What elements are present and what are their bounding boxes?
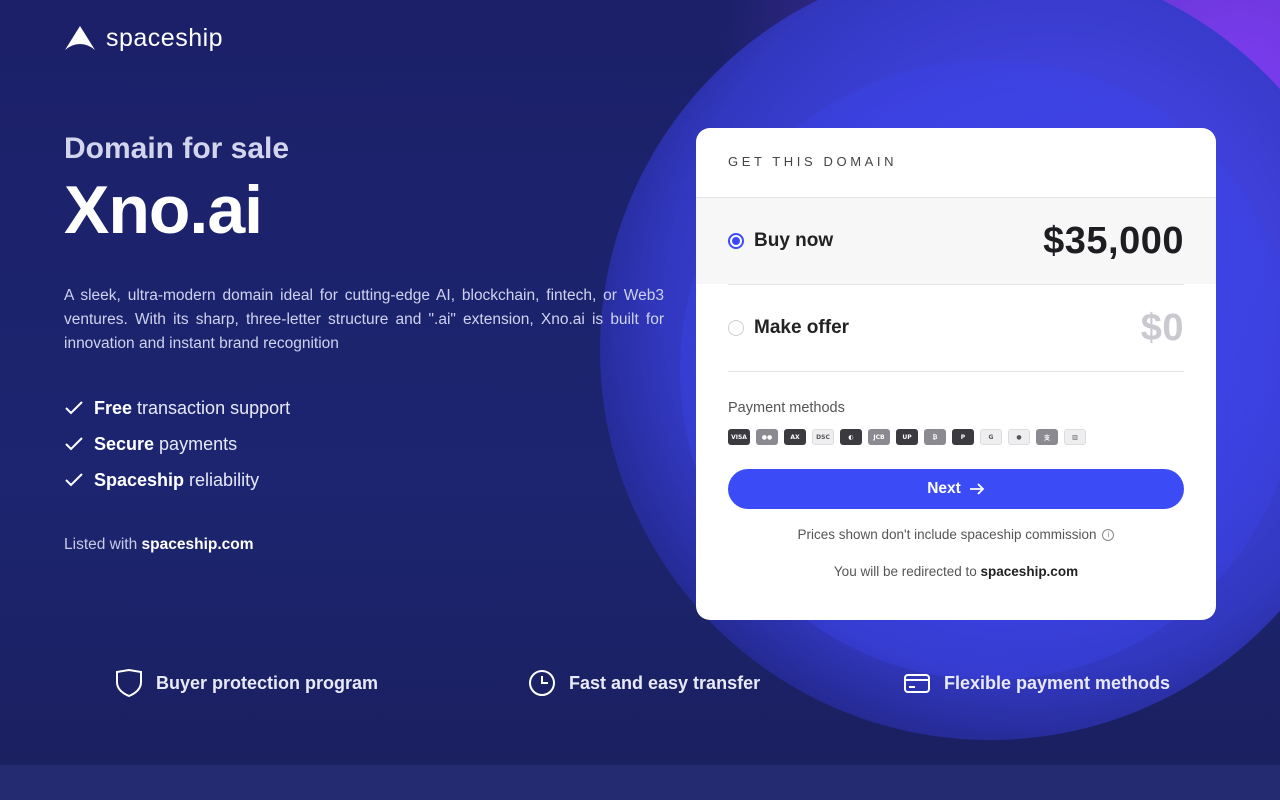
info-icon[interactable]: i [1102, 528, 1115, 541]
benefit-fast-transfer: Fast and easy transfer [527, 668, 760, 698]
domain-description: A sleek, ultra-modern domain ideal for c… [64, 287, 664, 352]
shield-icon [116, 668, 142, 698]
spaceship-logo-icon [65, 25, 95, 50]
feature-text: transaction support [137, 397, 291, 418]
bank-icon: ▥ [1064, 429, 1086, 445]
clock-icon [529, 670, 555, 696]
paypal-icon: P [952, 429, 974, 445]
buy-now-price: $35,000 [1043, 219, 1184, 262]
redirect-prefix: You will be redirected to [833, 564, 977, 579]
payment-icons: VISA ●● AX DSC ◐ JCB UP ₿ P G ● 支 ▥ [728, 429, 1184, 445]
amex-icon: AX [784, 429, 806, 445]
feature-bold: Secure [94, 433, 155, 454]
payment-methods: Payment methods VISA ●● AX DSC ◐ JCB UP … [696, 400, 1216, 445]
check-icon [65, 401, 83, 415]
footer-band [0, 765, 1280, 800]
benefit-label: Fast and easy transfer [569, 672, 761, 693]
discover-icon: DSC [812, 429, 834, 445]
buy-now-option[interactable]: Buy now $35,000 [696, 198, 1216, 284]
google-pay-icon: G [980, 429, 1002, 445]
arrow-right-icon [969, 483, 985, 495]
visa-icon: VISA [728, 429, 750, 445]
check-icon [65, 473, 83, 487]
benefit-buyer-protection: Buyer protection program [114, 668, 378, 698]
commission-note-text: Prices shown don't include spaceship com… [797, 527, 1097, 542]
card-icon [904, 674, 930, 693]
option-divider [728, 371, 1184, 372]
check-icon [65, 437, 83, 451]
listed-site-link[interactable]: spaceship.com [142, 536, 254, 553]
feature-text: reliability [189, 469, 260, 490]
next-button-label: Next [927, 480, 961, 497]
hero-section: Domain for sale Xno.ai A sleek, ultra-mo… [64, 128, 664, 554]
feature-bold: Spaceship [94, 469, 185, 490]
alipay-icon: 支 [1036, 429, 1058, 445]
feature-bold: Free [94, 397, 133, 418]
redirect-site: spaceship.com [980, 564, 1079, 579]
benefit-label: Buyer protection program [156, 672, 379, 693]
feature-item: Free transaction support [64, 390, 664, 426]
diners-icon: ◐ [840, 429, 862, 445]
apple-pay-icon: ● [1008, 429, 1030, 445]
make-offer-option[interactable]: Make offer $0 [696, 285, 1216, 371]
make-offer-radio[interactable] [728, 320, 744, 336]
payment-methods-title: Payment methods [728, 400, 845, 416]
card-heading: GET THIS DOMAIN [696, 128, 1216, 198]
commission-note: Prices shown don't include spaceship com… [696, 527, 1216, 542]
feature-list: Free transaction support Secure payments S… [64, 390, 664, 498]
brand-name: spaceship [106, 24, 224, 52]
bitcoin-icon: ₿ [924, 429, 946, 445]
benefit-flexible-payment: Flexible payment methods [902, 668, 1170, 698]
hero-kicker: Domain for sale [64, 132, 290, 165]
benefits-bar: Buyer protection program Fast and easy t… [0, 668, 1280, 704]
feature-item: Spaceship reliability [64, 462, 664, 498]
buy-now-label: Buy now [754, 230, 834, 251]
domain-name: Xno.ai [64, 172, 263, 248]
unionpay-icon: UP [896, 429, 918, 445]
jcb-icon: JCB [868, 429, 890, 445]
listed-prefix: Listed with [64, 536, 138, 553]
feature-text: payments [159, 433, 238, 454]
next-button[interactable]: Next [728, 469, 1184, 509]
offer-price[interactable]: $0 [1141, 307, 1184, 350]
mastercard-icon: ●● [756, 429, 778, 445]
benefit-label: Flexible payment methods [944, 672, 1171, 693]
make-offer-label: Make offer [754, 317, 850, 338]
feature-item: Secure payments [64, 426, 664, 462]
brand-logo[interactable]: spaceship [64, 24, 223, 53]
redirect-note: You will be redirected to spaceship.com [696, 564, 1216, 579]
buy-now-radio[interactable] [728, 233, 744, 249]
purchase-card: GET THIS DOMAIN Buy now $35,000 Make off… [696, 128, 1216, 620]
listed-with: Listed with spaceship.com [64, 536, 664, 554]
